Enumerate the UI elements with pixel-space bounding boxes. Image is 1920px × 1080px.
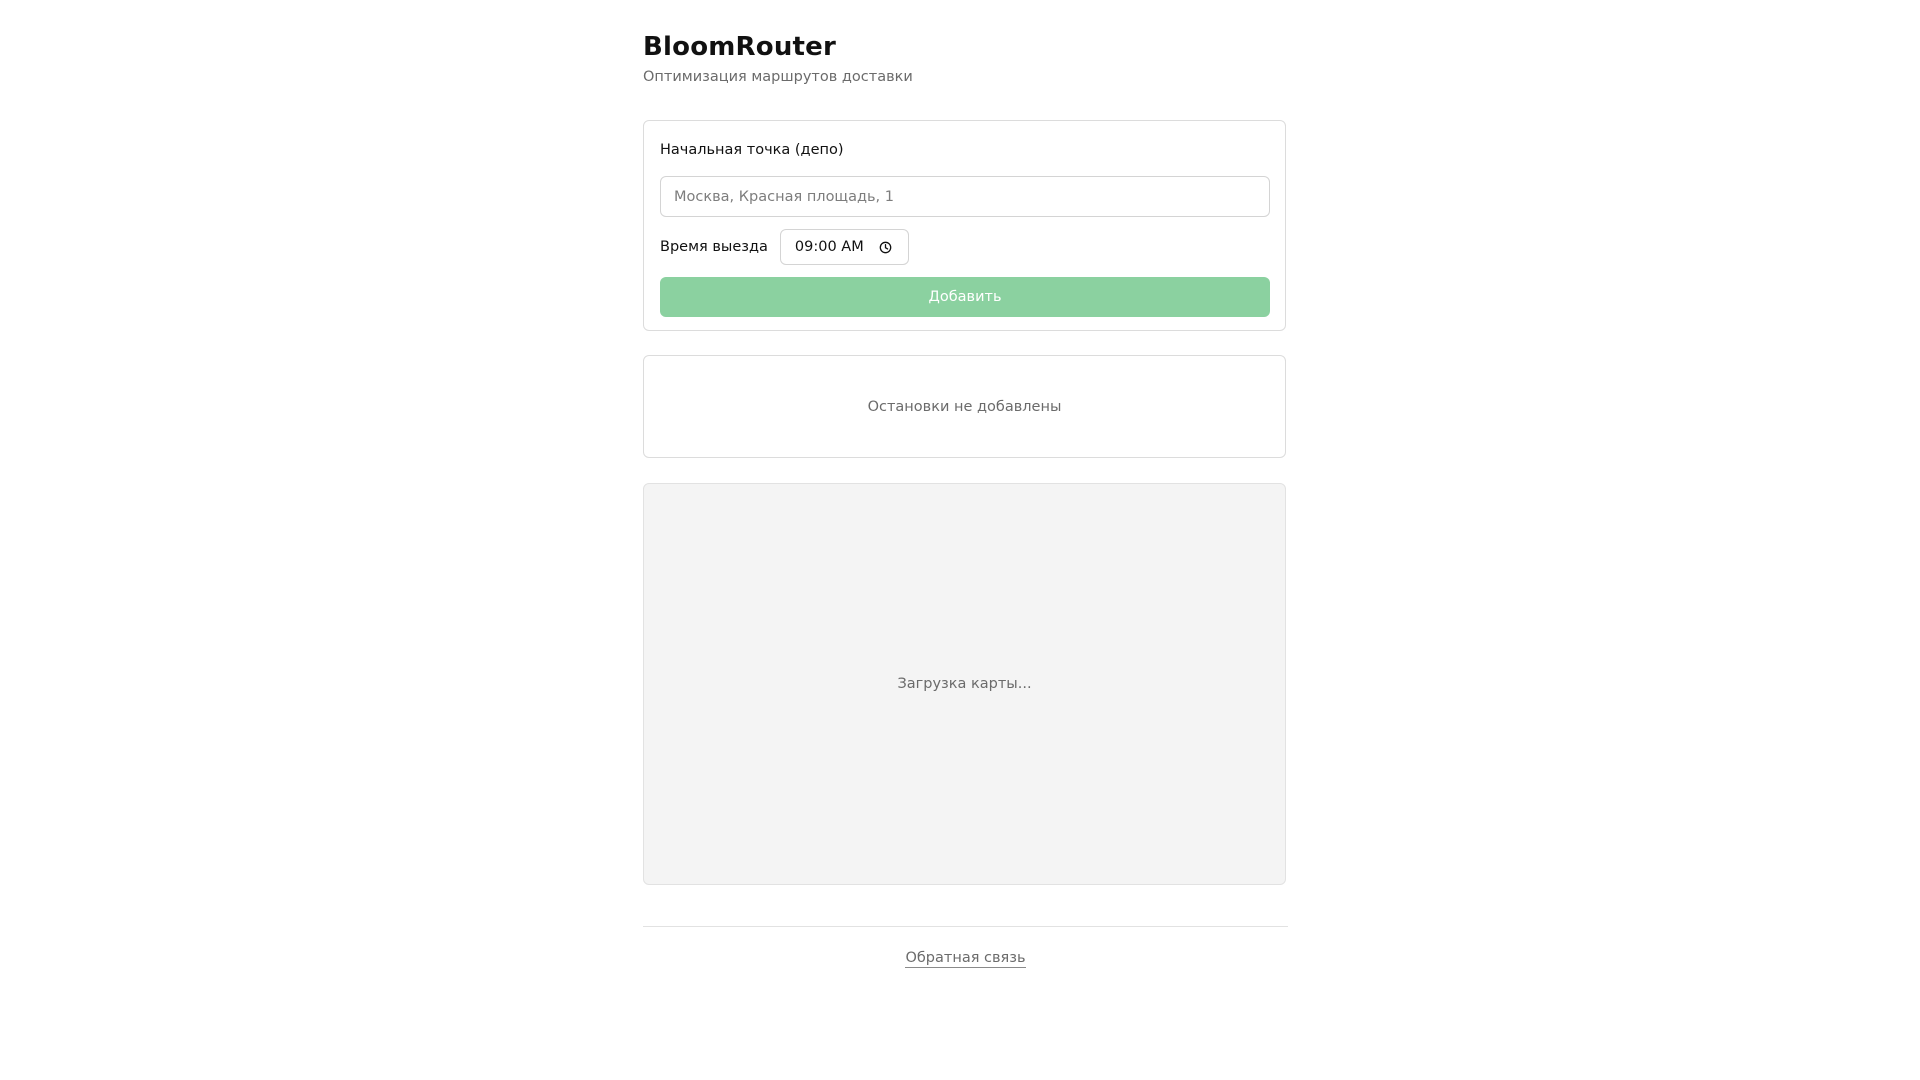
stops-list-card: Остановки не добавлены xyxy=(643,355,1286,458)
app-header: BloomRouter Оптимизация маршрутов достав… xyxy=(643,31,1286,86)
departure-time-input[interactable]: 09:00 AM xyxy=(779,229,909,265)
depot-label: Начальная точка (депо) xyxy=(660,142,844,158)
clock-icon[interactable] xyxy=(879,241,892,254)
feedback-link[interactable]: Обратная связь xyxy=(905,950,1026,968)
app-title: BloomRouter xyxy=(643,32,837,62)
depot-address-input[interactable] xyxy=(660,176,1270,217)
page-footer: Обратная связь xyxy=(643,926,1288,968)
stops-empty-message: Остановки не добавлены xyxy=(867,398,1062,415)
main-container: BloomRouter Оптимизация маршрутов достав… xyxy=(643,31,1288,968)
departure-time-value: 09:00 AM xyxy=(794,239,864,255)
departure-time-label: Время выезда xyxy=(660,239,768,255)
departure-time-row: Время выезда 09:00 AM xyxy=(660,229,1269,265)
app-subtitle: Оптимизация маршрутов доставки xyxy=(643,69,913,85)
add-stop-button[interactable]: Добавить xyxy=(660,277,1270,317)
route-form-card: Начальная точка (депо) Время выезда 09:0… xyxy=(643,120,1286,331)
map-panel[interactable]: Загрузка карты... xyxy=(643,483,1286,885)
app-page: BloomRouter Оптимизация маршрутов достав… xyxy=(0,0,1920,1080)
map-loading-text: Загрузка карты... xyxy=(897,676,1032,692)
